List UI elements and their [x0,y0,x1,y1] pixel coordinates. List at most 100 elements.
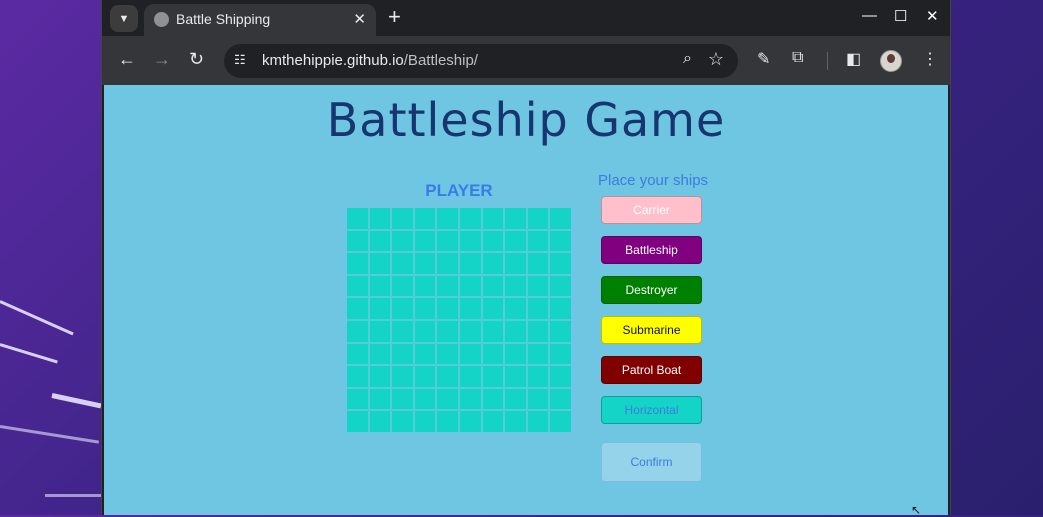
board-cell[interactable] [505,366,526,387]
destroyer-button[interactable]: Destroyer [601,276,702,304]
minimize-button[interactable]: — [862,7,877,24]
board-cell[interactable] [437,343,458,365]
pen-extension-icon[interactable]: ✎ [757,49,770,69]
battleship-button[interactable]: Battleship [601,236,702,264]
board-cell[interactable] [460,253,481,274]
board-cell[interactable] [369,275,391,297]
board-cell[interactable] [550,411,571,432]
board-cell[interactable] [482,253,504,274]
close-tab-icon[interactable]: ✕ [353,10,366,28]
more-menu-icon[interactable]: ⋮ [922,49,938,69]
board-cell[interactable] [550,208,571,229]
board-cell[interactable] [392,253,413,274]
board-cell[interactable] [414,298,436,319]
board-cell[interactable] [527,388,549,410]
board-cell[interactable] [437,298,458,319]
board-cell[interactable] [369,343,391,365]
board-cell[interactable] [460,411,481,432]
board-cell[interactable] [460,275,481,297]
board-cell[interactable] [482,411,504,432]
board-cell[interactable] [369,298,391,319]
board-cell[interactable] [437,275,458,297]
board-cell[interactable] [392,208,413,229]
board-cell[interactable] [550,366,571,387]
zoom-icon[interactable]: ⌕ [683,50,692,68]
board-cell[interactable] [437,411,458,432]
board-cell[interactable] [347,366,368,387]
board-cell[interactable] [460,230,481,252]
board-cell[interactable] [482,343,504,365]
board-cell[interactable] [527,275,549,297]
patrol-boat-button[interactable]: Patrol Boat [601,356,702,384]
board-cell[interactable] [460,321,481,342]
orientation-toggle-button[interactable]: Horizontal [601,396,702,424]
back-button[interactable]: ← [118,49,136,69]
board-cell[interactable] [550,343,571,365]
board-cell[interactable] [414,321,436,342]
forward-button[interactable]: → [153,49,171,69]
board-cell[interactable] [392,275,413,297]
url-text[interactable]: kmthehippie.github.io/Battleship/ [262,52,478,69]
board-cell[interactable] [347,321,368,342]
board-cell[interactable] [527,343,549,365]
board-cell[interactable] [369,321,391,342]
board-cell[interactable] [392,298,413,319]
board-cell[interactable] [482,366,504,387]
profile-avatar[interactable] [880,50,902,72]
board-cell[interactable] [550,298,571,319]
bookmark-star-icon[interactable]: ☆ [708,49,724,70]
board-cell[interactable] [437,366,458,387]
board-cell[interactable] [347,253,368,274]
board-cell[interactable] [369,388,391,410]
board-cell[interactable] [527,298,549,319]
board-cell[interactable] [527,321,549,342]
board-cell[interactable] [527,411,549,432]
carrier-button[interactable]: Carrier [601,196,702,224]
board-cell[interactable] [347,230,368,252]
board-cell[interactable] [505,411,526,432]
board-cell[interactable] [482,275,504,297]
side-panel-icon[interactable]: ◧ [846,49,861,69]
board-cell[interactable] [347,343,368,365]
board-cell[interactable] [437,208,458,229]
board-cell[interactable] [527,230,549,252]
board-cell[interactable] [505,343,526,365]
board-cell[interactable] [482,208,504,229]
board-cell[interactable] [505,388,526,410]
board-cell[interactable] [527,366,549,387]
board-cell[interactable] [347,388,368,410]
address-bar[interactable]: ☷ kmthehippie.github.io/Battleship/ ⌕ ☆ [224,44,738,78]
board-cell[interactable] [369,411,391,432]
tab-search-button[interactable]: ▼ [110,5,138,32]
board-cell[interactable] [347,208,368,229]
board-cell[interactable] [505,298,526,319]
board-cell[interactable] [347,275,368,297]
board-cell[interactable] [414,253,436,274]
board-cell[interactable] [414,366,436,387]
submarine-button[interactable]: Submarine [601,316,702,344]
board-cell[interactable] [550,321,571,342]
board-cell[interactable] [482,321,504,342]
board-cell[interactable] [369,208,391,229]
tab-active[interactable]: Battle Shipping ✕ [144,4,376,36]
board-cell[interactable] [460,343,481,365]
board-cell[interactable] [550,275,571,297]
maximize-button[interactable]: ☐ [894,7,907,25]
board-cell[interactable] [527,208,549,229]
board-cell[interactable] [550,253,571,274]
board-cell[interactable] [505,275,526,297]
board-cell[interactable] [550,388,571,410]
site-info-icon[interactable]: ☷ [234,52,252,70]
board-cell[interactable] [437,321,458,342]
board-cell[interactable] [369,230,391,252]
close-window-button[interactable]: ✕ [926,7,939,25]
board-cell[interactable] [460,388,481,410]
board-cell[interactable] [392,388,413,410]
board-cell[interactable] [392,366,413,387]
board-cell[interactable] [392,230,413,252]
board-cell[interactable] [437,388,458,410]
player-board[interactable] [347,208,571,432]
board-cell[interactable] [392,411,413,432]
board-cell[interactable] [414,275,436,297]
board-cell[interactable] [414,208,436,229]
